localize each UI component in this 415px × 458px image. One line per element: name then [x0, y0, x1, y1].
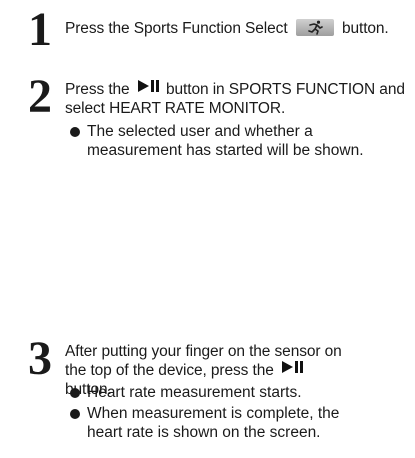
step-text-before: Press the — [65, 81, 134, 98]
bullet-dot — [70, 388, 80, 398]
step-bullets: The selected user and whether a measurem… — [70, 122, 407, 160]
bullet-item: When measurement is complete, the heart … — [70, 404, 355, 442]
play-pause-icon — [280, 359, 304, 378]
step-number: 2 — [28, 70, 52, 123]
bullet-item: The selected user and whether a measurem… — [70, 122, 407, 160]
step-text: Press the button in SPORTS FUNCTION and … — [65, 80, 407, 118]
step-bullets: Heart rate measurement starts. When meas… — [70, 383, 355, 442]
play-pause-icon — [136, 78, 160, 97]
step-text: Press the Sports Function Select button. — [65, 19, 407, 38]
bullet-item: Heart rate measurement starts. — [70, 383, 355, 402]
runner-icon — [295, 19, 334, 37]
step-text-after: button. — [337, 20, 389, 37]
step-number: 1 — [28, 3, 52, 56]
step-number: 3 — [28, 332, 52, 385]
bullet-dot — [70, 127, 80, 137]
bullet-dot — [70, 409, 80, 419]
step-text-before: Press the Sports Function Select — [65, 20, 292, 37]
